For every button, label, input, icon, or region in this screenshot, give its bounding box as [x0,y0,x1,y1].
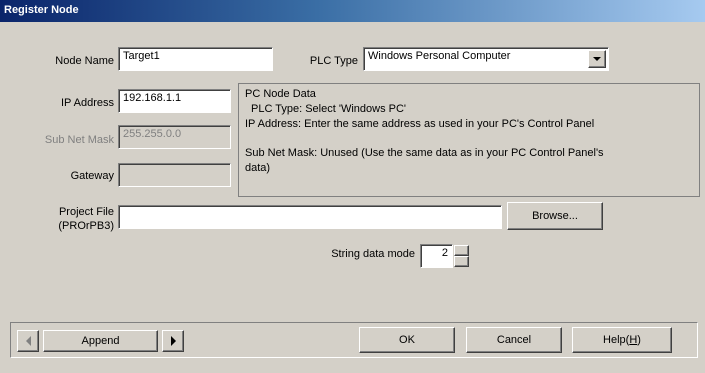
gateway-input [118,163,231,187]
gateway-label: Gateway [70,170,114,182]
subnet-mask-input: 255.255.0.0 [118,125,231,149]
info-line-plc-type: PLC Type: Select 'Windows PC' [251,103,407,115]
title-bar: Register Node [0,0,705,22]
info-line-subnet: Sub Net Mask: Unused (Use the same data … [245,147,604,159]
chevron-down-icon [593,57,601,61]
cancel-button[interactable]: Cancel [466,327,562,353]
arrow-left-icon [25,336,31,346]
project-file-input[interactable] [118,205,502,229]
ip-address-input[interactable]: 192.168.1.1 [118,89,231,113]
previous-button[interactable] [17,330,39,352]
ip-address-label: IP Address [61,97,114,109]
help-label-end: ) [637,334,641,346]
plc-type-label: PLC Type [309,55,358,67]
project-file-label-line1: Project File [58,206,114,218]
string-data-mode-label: String data mode [331,248,415,260]
register-node-dialog: Register Node Node Name Target1 PLC Type… [0,0,705,373]
help-label: Help( [603,334,630,346]
plc-type-value: Windows Personal Computer [368,50,511,62]
spin-down-button[interactable] [454,256,469,267]
subnet-mask-label: Sub Net Mask [44,134,114,146]
plc-type-dropdown-button[interactable] [588,50,606,68]
string-data-mode-input[interactable]: 2 [420,244,453,268]
spin-up-button[interactable] [454,245,469,256]
node-name-label: Node Name [55,55,114,67]
window-title: Register Node [4,4,79,16]
help-button[interactable]: Help(H) [572,327,672,353]
node-name-input[interactable]: Target1 [118,47,273,71]
project-file-label-line2: (PROrPB3) [58,220,114,232]
info-line-subnet-cont: data) [245,162,271,174]
browse-button[interactable]: Browse... [507,202,603,230]
info-line-ip-address: IP Address: Enter the same address as us… [245,118,595,130]
append-button[interactable]: Append [43,330,158,352]
project-file-label: Project File (PROrPB3) [20,205,114,233]
ok-button[interactable]: OK [359,327,455,353]
arrow-right-icon [170,336,176,346]
plc-type-select[interactable]: Windows Personal Computer [363,47,609,71]
pc-node-info-panel: PC Node Data PLC Type: Select 'Windows P… [238,83,700,197]
info-heading: PC Node Data [245,88,316,100]
next-button[interactable] [162,330,184,352]
